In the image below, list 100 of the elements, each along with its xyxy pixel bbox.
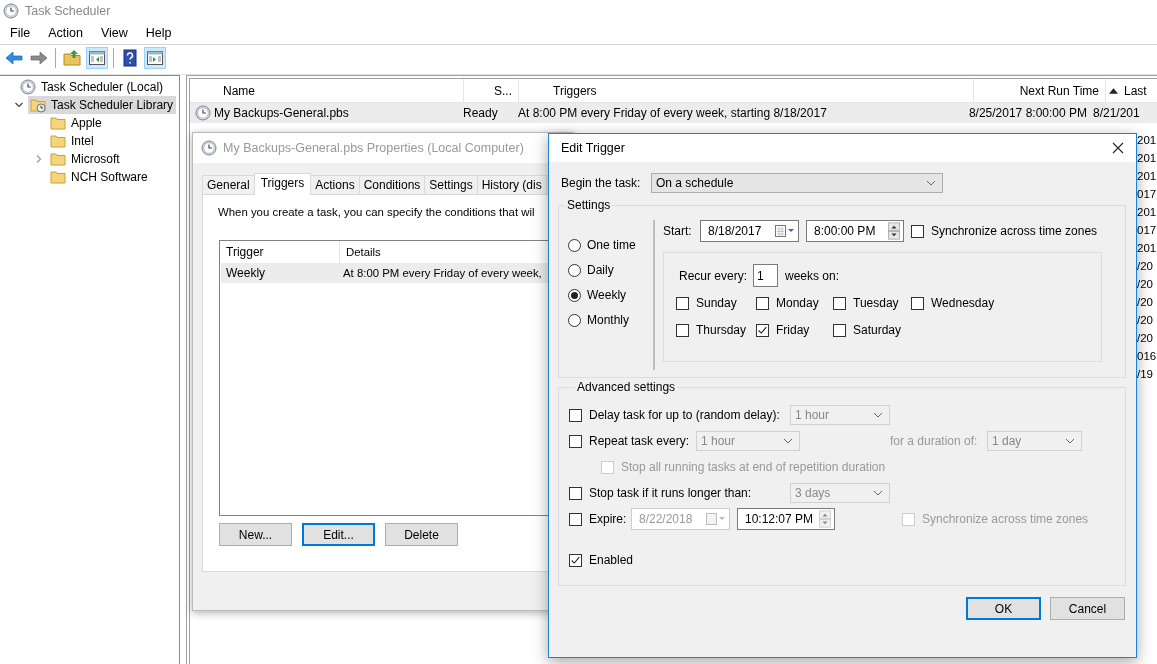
- checkbox[interactable]: [569, 486, 582, 500]
- table-cell-text: /19: [1137, 367, 1154, 382]
- panel-right-button[interactable]: [144, 47, 166, 69]
- table-cell-text: 8/21/201: [1093, 106, 1141, 120]
- checkbox-label: Wednesday: [931, 296, 995, 310]
- field-label: weeks on:: [785, 268, 840, 283]
- table-cell-text: 201: [1137, 241, 1157, 256]
- dialog-button[interactable]: New...: [219, 523, 292, 546]
- folder-up-button[interactable]: [61, 47, 83, 69]
- checkbox[interactable]: [569, 553, 582, 567]
- checkbox-label: Thursday: [696, 323, 747, 337]
- table-cell-text: Ready: [462, 106, 499, 120]
- table-cell-text: 201: [1137, 151, 1157, 166]
- checkbox[interactable]: [756, 296, 769, 310]
- calendar-icon: [775, 225, 795, 237]
- checkbox[interactable]: [911, 296, 924, 310]
- group-title: Advanced settings: [576, 380, 677, 394]
- tree-item[interactable]: Task Scheduler Library: [28, 96, 177, 114]
- tab[interactable]: Settings: [424, 175, 478, 195]
- input-field[interactable]: 1: [753, 264, 778, 287]
- checkbox[interactable]: [756, 323, 769, 337]
- tree-item[interactable]: Intel: [48, 132, 97, 150]
- window-title: Task Scheduler: [25, 4, 111, 18]
- dialog-title: My Backups-General.pbs Properties (Local Computer): [223, 141, 524, 155]
- clock-icon: [20, 79, 36, 95]
- checkbox[interactable]: [569, 512, 582, 526]
- column-header[interactable]: Name: [190, 79, 464, 102]
- dialog-button[interactable]: Edit...: [302, 523, 375, 546]
- table-cell-text: 201: [1137, 205, 1157, 220]
- radio-button[interactable]: [568, 313, 581, 327]
- column-header[interactable]: Details: [340, 241, 381, 263]
- description-text: When you create a task, you can specify the conditions that wil: [218, 206, 536, 218]
- table-cell-text: 016: [1137, 349, 1157, 364]
- field-label: Start:: [663, 224, 693, 238]
- calendar-icon: [706, 513, 726, 525]
- time-field[interactable]: 8:00:00 PM: [806, 220, 904, 242]
- dropdown[interactable]: On a schedule: [651, 173, 943, 193]
- table-cell-text: 8/25/2017 8:00:00 PM: [967, 106, 1088, 120]
- checkbox[interactable]: [833, 323, 846, 337]
- checkbox-label: Monday: [776, 296, 819, 310]
- tab[interactable]: Triggers: [253, 173, 312, 195]
- tab[interactable]: History (dis: [476, 175, 547, 195]
- checkbox-label: Sunday: [696, 296, 737, 310]
- menu-item[interactable]: File: [1, 24, 40, 42]
- folder-icon: [50, 169, 66, 185]
- radio-label: Monthly: [587, 313, 630, 327]
- tab[interactable]: General: [202, 175, 255, 195]
- time-field[interactable]: 10:12:07 PM: [737, 508, 835, 530]
- checkbox-label: Expire:: [589, 512, 624, 526]
- field-label: for a duration of:: [890, 434, 979, 448]
- checkbox-label: Enabled: [589, 553, 634, 567]
- tree-item[interactable]: Microsoft: [48, 150, 123, 168]
- dialog-button[interactable]: Delete: [385, 523, 458, 546]
- checkbox[interactable]: [676, 323, 689, 337]
- table-cell-text: /20: [1137, 295, 1154, 310]
- checkbox-label: Synchronize across time zones: [931, 224, 1098, 238]
- checkbox-label: Delay task for up to (random delay):: [589, 408, 781, 422]
- radio-button[interactable]: [568, 288, 581, 302]
- checkbox[interactable]: [833, 296, 846, 310]
- caret-icon: [873, 490, 883, 496]
- tree-item[interactable]: Apple: [48, 114, 105, 132]
- task-row[interactable]: My Backups-General.pbs Ready At 8:00 PM every Friday of every week, starting 8/18/2017 8/25/2017 8:00:00 PM 8/21/201: [190, 103, 1157, 123]
- checkbox-label: Stop all running tasks at end of repetition duration: [621, 460, 886, 474]
- column-header[interactable]: Last: [1106, 79, 1153, 102]
- menu-item[interactable]: View: [91, 24, 137, 42]
- table-cell-text: Weekly: [225, 265, 267, 282]
- dialog-button[interactable]: OK: [966, 597, 1041, 620]
- checkbox-label: Stop task if it runs longer than:: [589, 486, 753, 500]
- task-icon: [201, 140, 217, 156]
- checkbox[interactable]: [569, 408, 582, 422]
- panel-left-button[interactable]: [86, 47, 108, 69]
- radio-button[interactable]: [568, 263, 581, 277]
- tree-item[interactable]: NCH Software: [48, 168, 151, 186]
- caret-icon: [873, 412, 883, 418]
- group-title: Settings: [566, 198, 612, 212]
- dialog-button[interactable]: Cancel: [1050, 597, 1125, 620]
- checkbox[interactable]: [676, 296, 689, 310]
- checkbox[interactable]: [911, 224, 924, 238]
- column-header[interactable]: Next Run Time: [974, 79, 1106, 102]
- checkbox[interactable]: [569, 434, 582, 448]
- column-header[interactable]: Triggers: [519, 79, 974, 102]
- caret-icon: [1065, 438, 1075, 444]
- table-cell-text: At 8:00 PM every Friday of every week,: [342, 266, 542, 281]
- tree-item[interactable]: Task Scheduler (Local): [18, 78, 167, 96]
- field-label: Recur every:: [678, 268, 746, 283]
- app-icon: [3, 3, 19, 19]
- table-cell-text: 017: [1137, 223, 1157, 238]
- chevron-down-icon[interactable]: [14, 100, 24, 110]
- checkbox-label: Friday: [776, 323, 810, 337]
- radio-button[interactable]: [568, 238, 581, 252]
- table-cell-text: /20: [1137, 277, 1154, 292]
- table-cell-text: 017: [1137, 187, 1157, 202]
- caret-icon: [783, 438, 793, 444]
- date-field[interactable]: 8/18/2017: [700, 220, 799, 242]
- menu-item[interactable]: Action: [39, 24, 92, 42]
- menu-item[interactable]: Help: [136, 24, 181, 42]
- folder-clock-icon: [30, 97, 46, 113]
- spinner-icon: [819, 510, 831, 528]
- column-header[interactable]: S...: [464, 79, 519, 102]
- close-icon[interactable]: [1112, 142, 1124, 154]
